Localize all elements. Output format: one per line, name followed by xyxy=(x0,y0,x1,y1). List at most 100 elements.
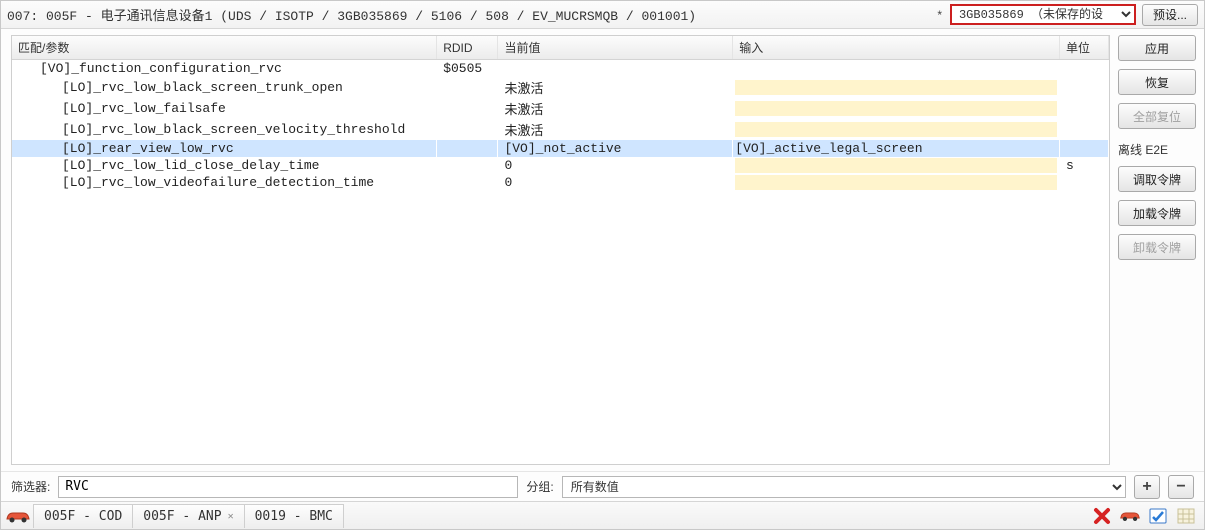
delete-x-icon xyxy=(1093,507,1111,525)
params-table: 匹配/参数 RDID 当前值 输入 单位 [VO]_function_confi… xyxy=(12,36,1109,191)
table-body: [VO]_function_configuration_rvc$0505[LO]… xyxy=(12,60,1109,192)
col-header-current[interactable]: 当前值 xyxy=(498,36,733,60)
input-value-cell[interactable] xyxy=(733,77,1060,98)
tab-label: 0019 - BMC xyxy=(255,509,333,524)
col-header-rdid[interactable]: RDID xyxy=(437,36,498,60)
filter-bar: 筛选器: 分组: 所有数值 + − xyxy=(1,471,1204,501)
module-tab[interactable]: 0019 - BMC xyxy=(244,504,344,528)
input-value-cell[interactable]: [VO]_active_legal_screen xyxy=(733,140,1060,157)
col-header-unit[interactable]: 单位 xyxy=(1059,36,1108,60)
status-car-icon xyxy=(3,505,33,527)
input-value-cell[interactable] xyxy=(733,98,1060,119)
table-row[interactable]: [LO]_rvc_low_black_screen_velocity_thres… xyxy=(12,119,1109,140)
current-value-cell xyxy=(498,60,733,78)
car-icon xyxy=(1119,509,1141,522)
module-tab[interactable]: 005F - COD xyxy=(33,504,133,528)
grid-icon xyxy=(1177,508,1195,524)
header-bar: 007: 005F - 电子通讯信息设备1 (UDS / ISOTP / 3GB… xyxy=(1,1,1204,29)
current-value-cell: 0 xyxy=(498,157,733,174)
filter-label: 筛选器: xyxy=(11,478,50,495)
param-name-cell[interactable]: [LO]_rear_view_low_rvc xyxy=(12,140,437,157)
current-value-cell: 未激活 xyxy=(498,98,733,119)
table-row[interactable]: [LO]_rvc_low_black_screen_trunk_open未激活 xyxy=(12,77,1109,98)
param-name-cell[interactable]: [LO]_rvc_low_black_screen_velocity_thres… xyxy=(12,119,437,140)
tab-label: 005F - COD xyxy=(44,509,122,524)
preset-select[interactable]: 3GB035869 （未保存的设 xyxy=(950,4,1136,25)
side-panel: 应用 恢复 全部复位 离线 E2E 调取令牌 加载令牌 卸载令牌 xyxy=(1110,29,1204,471)
current-value-cell: 0 xyxy=(498,174,733,191)
unit-cell xyxy=(1059,98,1108,119)
rdid-cell xyxy=(437,77,498,98)
rdid-cell xyxy=(437,157,498,174)
params-table-wrap: 匹配/参数 RDID 当前值 输入 单位 [VO]_function_confi… xyxy=(11,35,1110,465)
apply-button[interactable]: 应用 xyxy=(1118,35,1196,61)
input-value-cell[interactable] xyxy=(733,157,1060,174)
input-field[interactable] xyxy=(735,158,1057,173)
checklist-button[interactable] xyxy=(1146,505,1170,527)
input-field[interactable] xyxy=(735,122,1057,137)
grid-button[interactable] xyxy=(1174,505,1198,527)
delete-button[interactable] xyxy=(1090,505,1114,527)
unit-cell xyxy=(1059,77,1108,98)
input-value-cell[interactable] xyxy=(733,119,1060,140)
input-value-cell[interactable] xyxy=(733,60,1060,78)
plus-icon: + xyxy=(1142,478,1151,496)
param-name-cell[interactable]: [LO]_rvc_low_videofailure_detection_time xyxy=(12,174,437,191)
input-field[interactable] xyxy=(735,175,1057,190)
rdid-cell: $0505 xyxy=(437,60,498,78)
param-name-cell[interactable]: [LO]_rvc_low_lid_close_delay_time xyxy=(12,157,437,174)
param-name-text: [LO]_rvc_low_lid_close_delay_time xyxy=(62,158,319,173)
unit-cell xyxy=(1059,174,1108,191)
unload-token-button[interactable]: 卸载令牌 xyxy=(1118,234,1196,260)
input-value-cell[interactable] xyxy=(733,174,1060,191)
remove-button[interactable]: − xyxy=(1168,475,1194,499)
param-name-cell[interactable]: [LO]_rvc_low_failsafe xyxy=(12,98,437,119)
car-action-button[interactable] xyxy=(1118,505,1142,527)
table-row[interactable]: [LO]_rvc_low_lid_close_delay_time 0 s xyxy=(12,157,1109,174)
close-icon[interactable]: ✕ xyxy=(228,511,234,522)
table-header-row: 匹配/参数 RDID 当前值 输入 单位 xyxy=(12,36,1109,60)
checklist-icon xyxy=(1149,508,1167,524)
bottom-bar: 005F - COD 005F - ANP ✕ 0019 - BMC xyxy=(1,501,1204,529)
current-value-cell: [VO]_not_active xyxy=(498,140,733,157)
param-name-text: [LO]_rvc_low_failsafe xyxy=(62,101,226,116)
main-area: 匹配/参数 RDID 当前值 输入 单位 [VO]_function_confi… xyxy=(1,29,1204,471)
tab-strip: 005F - COD 005F - ANP ✕ 0019 - BMC xyxy=(33,504,343,528)
unit-cell xyxy=(1059,60,1108,78)
filter-input[interactable] xyxy=(58,476,518,498)
unit-cell xyxy=(1059,140,1108,157)
param-name-cell[interactable]: [LO]_rvc_low_black_screen_trunk_open xyxy=(12,77,437,98)
reset-all-button[interactable]: 全部复位 xyxy=(1118,103,1196,129)
param-name-cell[interactable]: [VO]_function_configuration_rvc xyxy=(12,60,437,78)
unit-cell: s xyxy=(1059,157,1108,174)
col-header-input[interactable]: 输入 xyxy=(733,36,1060,60)
page-title: 007: 005F - 电子通讯信息设备1 (UDS / ISOTP / 3GB… xyxy=(7,5,929,24)
param-name-text: [LO]_rvc_low_black_screen_velocity_thres… xyxy=(62,122,405,137)
tab-label: 005F - ANP xyxy=(143,509,221,524)
group-select[interactable]: 所有数值 xyxy=(562,476,1126,498)
app-frame: 007: 005F - 电子通讯信息设备1 (UDS / ISOTP / 3GB… xyxy=(0,0,1205,530)
add-button[interactable]: + xyxy=(1134,475,1160,499)
rdid-cell xyxy=(437,174,498,191)
group-label: 分组: xyxy=(526,478,553,495)
table-row[interactable]: [LO]_rear_view_low_rvc [VO]_not_active[VO… xyxy=(12,140,1109,157)
table-row[interactable]: [LO]_rvc_low_failsafe 未激活 xyxy=(12,98,1109,119)
input-field[interactable]: [VO]_active_legal_screen xyxy=(735,141,1057,156)
dirty-marker: * xyxy=(935,8,944,22)
restore-button[interactable]: 恢复 xyxy=(1118,69,1196,95)
unit-cell xyxy=(1059,119,1108,140)
load-token-button[interactable]: 加载令牌 xyxy=(1118,200,1196,226)
param-name-text: [LO]_rvc_low_black_screen_trunk_open xyxy=(62,80,343,95)
table-row[interactable]: [LO]_rvc_low_videofailure_detection_time… xyxy=(12,174,1109,191)
input-field[interactable] xyxy=(735,101,1057,116)
param-name-text: [LO]_rvc_low_videofailure_detection_time xyxy=(62,175,374,190)
preset-button[interactable]: 预设... xyxy=(1142,4,1198,26)
col-header-name[interactable]: 匹配/参数 xyxy=(12,36,437,60)
offline-e2e-label: 离线 E2E xyxy=(1118,137,1196,158)
module-tab[interactable]: 005F - ANP ✕ xyxy=(132,504,244,528)
param-name-text: [VO]_function_configuration_rvc xyxy=(40,61,282,76)
rdid-cell xyxy=(437,98,498,119)
table-row[interactable]: [VO]_function_configuration_rvc $0505 xyxy=(12,60,1109,78)
get-token-button[interactable]: 调取令牌 xyxy=(1118,166,1196,192)
input-field[interactable] xyxy=(735,80,1057,95)
